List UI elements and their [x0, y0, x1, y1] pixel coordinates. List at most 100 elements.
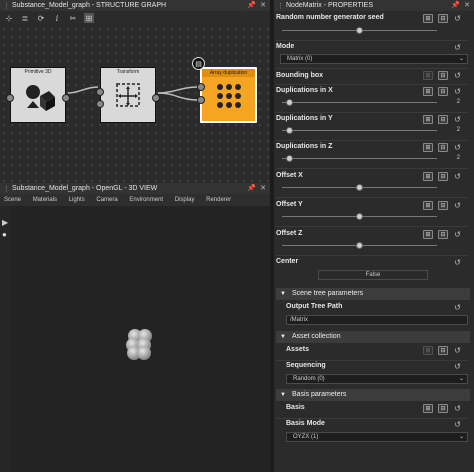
node-transform[interactable]: Transform — [96, 67, 160, 123]
offset-x-slider[interactable] — [282, 184, 437, 191]
layout-icon[interactable]: ⊞ — [84, 13, 94, 23]
slider-knob[interactable] — [356, 213, 363, 220]
menu-lights[interactable]: Lights — [69, 197, 85, 203]
expose-icon[interactable]: ⊞ — [423, 115, 433, 124]
slider-knob[interactable] — [356, 27, 363, 34]
reset-icon[interactable]: ↺ — [453, 346, 462, 355]
prop-assets: Assets ⊞ ⊟ ↺ — [276, 346, 468, 360]
slider-knob[interactable] — [356, 242, 363, 249]
reset-icon[interactable]: ↺ — [453, 201, 462, 210]
link-icon[interactable]: ⊟ — [438, 71, 448, 80]
expose-icon[interactable]: ⊞ — [423, 201, 433, 210]
pointer-icon[interactable]: ⊹ — [4, 13, 14, 23]
expose-icon[interactable]: ⊞ — [423, 172, 433, 181]
reset-icon[interactable]: ↺ — [453, 420, 462, 429]
node-primitive-3d-label: Primitive 3D — [24, 69, 52, 75]
expose-icon[interactable]: ⊞ — [423, 87, 433, 96]
list-icon[interactable]: ≣ — [20, 13, 30, 23]
menu-renderer[interactable]: Renderer — [206, 197, 231, 203]
link-icon[interactable]: ⊟ — [438, 172, 448, 181]
duplications-z-slider[interactable] — [282, 155, 437, 162]
panel-grip-icon[interactable]: ⋮ — [3, 2, 10, 10]
close-icon[interactable]: ✕ — [260, 1, 266, 9]
primitive-output-port[interactable] — [62, 94, 70, 102]
pin-icon-2[interactable]: 📌 — [247, 184, 256, 192]
duplications-x-slider[interactable] — [282, 99, 437, 106]
transform-input-port[interactable] — [96, 88, 104, 96]
expose-icon[interactable]: ⊞ — [423, 143, 433, 152]
node-primitive-3d[interactable]: Primitive 3D — [6, 67, 70, 123]
3d-view-title-bar: ⋮ Substance_Model_graph - OpenGL - 3D VI… — [0, 183, 270, 194]
expose-icon[interactable]: ⊞ — [423, 346, 433, 355]
close-icon-2[interactable]: ✕ — [260, 184, 266, 192]
section-scene-tree-parameters[interactable]: ▼ Scene tree parameters — [276, 288, 470, 300]
link-icon[interactable]: ⊟ — [438, 346, 448, 355]
link-icon[interactable]: ⊟ — [438, 115, 448, 124]
basis-mode-dropdown[interactable]: OYZX (1) ⌄ — [286, 432, 468, 442]
cut-icon[interactable]: ✂ — [68, 13, 78, 23]
slider-knob[interactable] — [286, 99, 293, 106]
refresh-icon[interactable]: ⟳ — [36, 13, 46, 23]
prop-center: Center ↺ False — [276, 258, 468, 284]
light-icon[interactable]: ● — [2, 230, 9, 239]
menu-camera[interactable]: Camera — [96, 197, 117, 203]
mode-dropdown[interactable]: Matrix (0) ⌄ — [280, 54, 468, 64]
output-tree-path-input[interactable]: /Matrix — [286, 315, 468, 325]
link-icon[interactable]: ⊟ — [438, 143, 448, 152]
reset-icon[interactable]: ↺ — [453, 258, 462, 267]
reset-icon[interactable]: ↺ — [453, 230, 462, 239]
offset-y-slider[interactable] — [282, 213, 437, 220]
reset-icon[interactable]: ↺ — [453, 43, 462, 52]
link-icon[interactable]: ⊟ — [438, 14, 448, 23]
section-basis-parameters[interactable]: ▼ Basis parameters — [276, 389, 470, 401]
random-seed-slider[interactable] — [282, 27, 437, 34]
expose-icon[interactable]: ⊞ — [423, 230, 433, 239]
duplications-y-slider[interactable] — [282, 127, 437, 134]
slider-knob[interactable] — [286, 155, 293, 162]
array-input-port-2[interactable] — [197, 96, 205, 104]
menu-display[interactable]: Display — [175, 197, 195, 203]
link-icon[interactable]: ⊟ — [438, 230, 448, 239]
prop-output-tree-path: Output Tree Path ↺ /Matrix — [276, 303, 468, 329]
link-icon[interactable]: ⊟ — [438, 404, 448, 413]
3d-viewport[interactable] — [11, 206, 270, 472]
reset-icon[interactable]: ↺ — [453, 71, 462, 80]
reset-icon[interactable]: ↺ — [453, 87, 462, 96]
graph-canvas[interactable]: Primitive 3D Transform Array duplication… — [0, 25, 270, 182]
primitive-input-port[interactable] — [6, 94, 14, 102]
reset-icon[interactable]: ↺ — [453, 14, 462, 23]
pin-icon[interactable]: 📌 — [247, 1, 256, 9]
camera-icon[interactable]: ▶ — [2, 218, 9, 227]
expose-icon[interactable]: ⊞ — [423, 14, 433, 23]
menu-environment[interactable]: Environment — [129, 197, 163, 203]
reset-icon[interactable]: ↺ — [453, 172, 462, 181]
menu-materials[interactable]: Materials — [33, 197, 57, 203]
close-icon-3[interactable]: ✕ — [464, 1, 470, 9]
document-icon[interactable]: ▤ — [192, 57, 205, 70]
transform-input-port-2[interactable] — [96, 100, 104, 108]
reset-icon[interactable]: ↺ — [453, 303, 462, 312]
reset-icon[interactable]: ↺ — [453, 404, 462, 413]
panel-grip-icon-3[interactable]: ⋮ — [277, 2, 284, 10]
prop-basis: Basis ⊞ ⊟ ↺ — [276, 404, 468, 418]
section-asset-collection[interactable]: ▼ Asset collection — [276, 331, 470, 343]
link-icon[interactable]: ⊟ — [438, 87, 448, 96]
link-icon[interactable]: ⊟ — [438, 201, 448, 210]
center-toggle[interactable]: False — [318, 270, 428, 280]
expose-icon[interactable]: ⊞ — [423, 404, 433, 413]
info-icon[interactable]: i — [52, 13, 62, 23]
expose-icon[interactable]: ⊞ — [423, 71, 433, 80]
reset-icon[interactable]: ↺ — [453, 115, 462, 124]
pin-icon-3[interactable]: 📌 — [451, 1, 460, 9]
offset-z-slider[interactable] — [282, 242, 437, 249]
sequencing-dropdown[interactable]: Random (0) ⌄ — [286, 374, 468, 384]
transform-output-port[interactable] — [152, 94, 160, 102]
slider-knob[interactable] — [286, 127, 293, 134]
menu-scene[interactable]: Scene — [4, 197, 21, 203]
reset-icon[interactable]: ↺ — [453, 143, 462, 152]
panel-grip-icon-2[interactable]: ⋮ — [3, 185, 10, 193]
node-array-duplication[interactable]: Array duplication — [197, 67, 257, 123]
array-input-port-1[interactable] — [197, 83, 205, 91]
slider-knob[interactable] — [356, 184, 363, 191]
reset-icon[interactable]: ↺ — [453, 362, 462, 371]
